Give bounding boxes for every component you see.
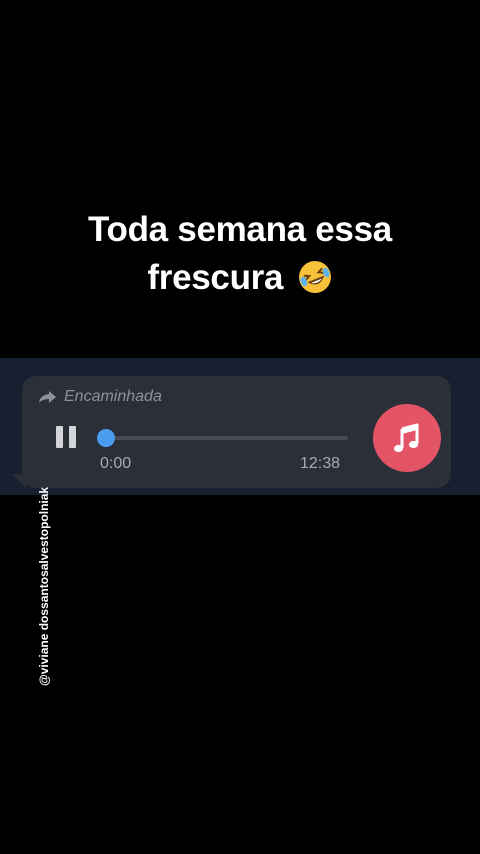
caption-line-2-text: frescura <box>147 258 284 297</box>
forwarded-header: Encaminhada <box>38 386 162 408</box>
duration: 12:38 <box>300 455 341 472</box>
watermark: @viviane dossantosalvestopolniak <box>37 486 51 686</box>
pause-icon-bar-right <box>69 426 76 448</box>
audio-progress-track[interactable] <box>106 436 348 440</box>
forwarded-label: Encaminhada <box>64 388 162 405</box>
rolling-on-floor-laughing-icon <box>297 259 333 295</box>
pause-button[interactable] <box>54 426 78 450</box>
caption-line-1: Toda semana essa <box>88 210 392 249</box>
current-time: 0:00 <box>100 455 132 472</box>
pause-icon-bar-left <box>56 426 63 448</box>
audio-seek-handle[interactable] <box>97 429 115 447</box>
caption: Toda semana essa frescura <box>0 206 480 302</box>
audio-file-button[interactable] <box>373 404 441 472</box>
caption-line-2: frescura <box>0 254 480 302</box>
forward-arrow-icon <box>39 391 56 403</box>
music-note-icon <box>394 423 419 453</box>
